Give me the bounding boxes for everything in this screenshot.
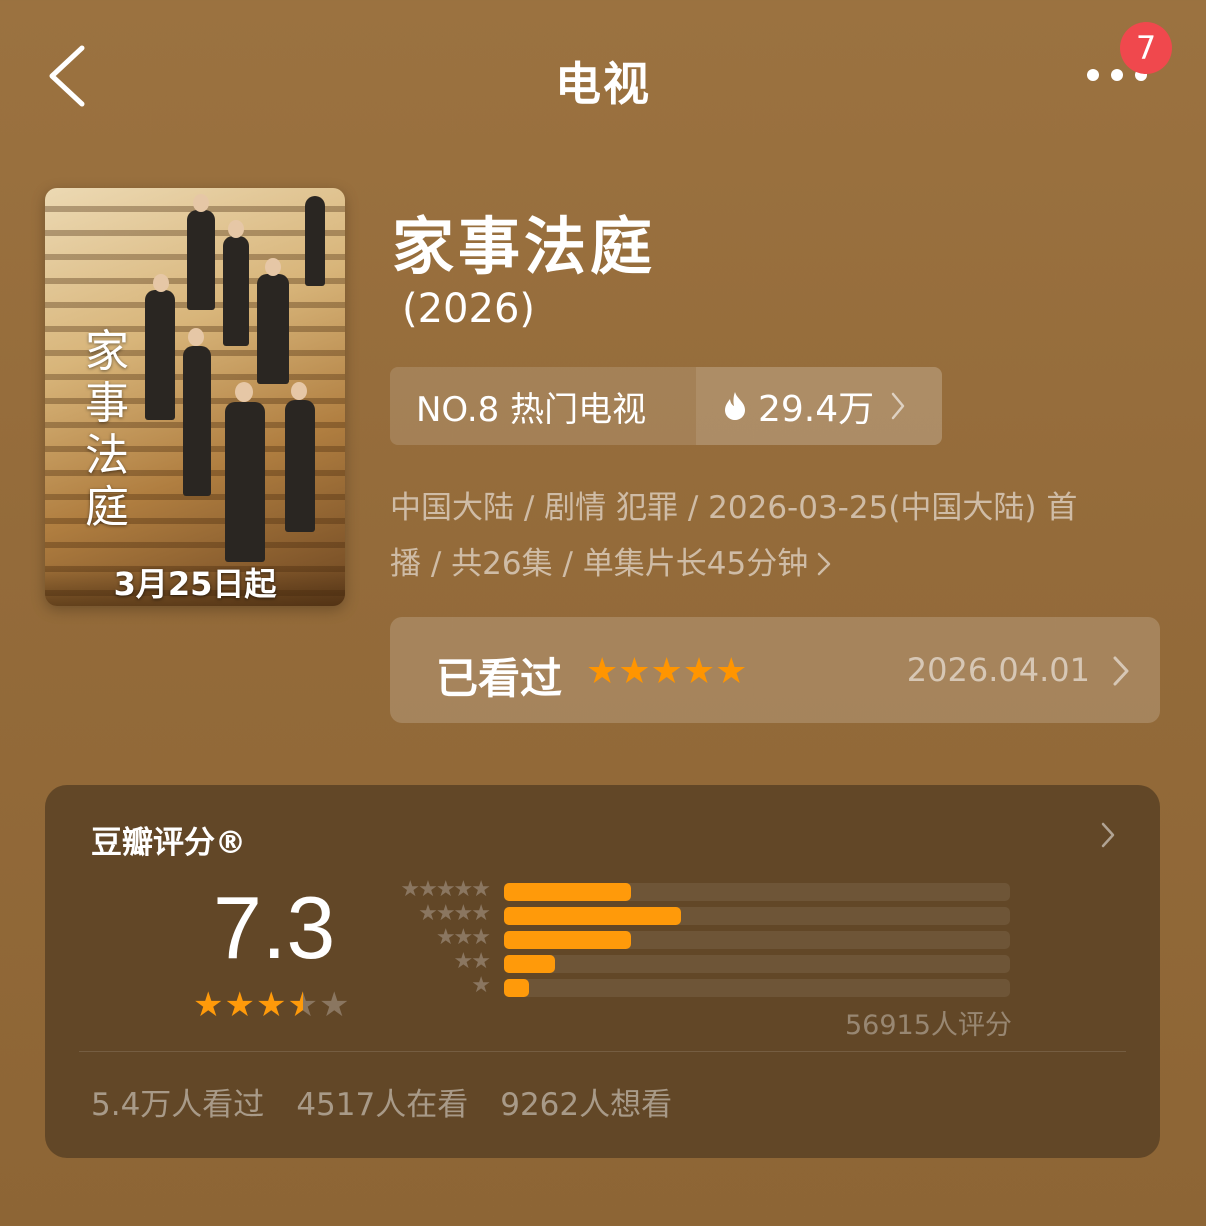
meta-line-2-wrap: 播 / 共26集 / 单集片长45分钟 (390, 536, 1130, 592)
chevron-right-icon[interactable] (1100, 821, 1116, 849)
star-half-icon: ★ (287, 985, 319, 1025)
distribution-bar-fill (504, 979, 530, 997)
distribution-bar-track (504, 907, 1010, 925)
heat-indicator[interactable]: 29.4万 (696, 367, 942, 445)
distribution-bar-fill (504, 883, 631, 901)
watched-status-bar[interactable]: 已看过 ★★★★★ 2026.04.01 (390, 617, 1160, 723)
audience-stats: 5.4万人看过 4517人在看 9262人想看 (91, 1079, 672, 1124)
distribution-bar-track (504, 955, 1010, 973)
rank-heat-box[interactable]: NO.8 热门电视 29.4万 (390, 367, 942, 445)
star-full-icon: ★ (224, 985, 256, 1025)
watched-count[interactable]: 5.4万人看过 (91, 1079, 264, 1124)
distribution-bar-fill (504, 907, 682, 925)
douban-rating-card[interactable]: 豆瓣评分® 7.3 ★★★★★ ★★★★★ ★★★★ ★★★ ★★ ★ 56915人评分… (45, 785, 1160, 1158)
distribution-bar-fill (504, 955, 555, 973)
heat-value: 29.4万 (758, 389, 875, 430)
distribution-row: ★★★ (381, 925, 1206, 951)
poster-image[interactable]: 家事法庭 3月25日起 (45, 188, 345, 606)
distribution-stars-label: ★★ (453, 949, 491, 974)
distribution-bar-track (504, 979, 1010, 997)
watched-date: 2026.04.01 (906, 651, 1090, 689)
rating-stars: ★★★★★ (193, 985, 350, 1025)
rating-score: 7.3 (213, 878, 336, 977)
want-count[interactable]: 9262人想看 (500, 1079, 672, 1124)
star-empty-icon: ★ (318, 985, 351, 1025)
chevron-right-icon (1113, 656, 1129, 686)
show-year: (2026) (402, 286, 536, 332)
rank-text: NO.8 热门电视 (416, 389, 647, 430)
watched-label: 已看过 (436, 654, 563, 703)
distribution-row: ★★★★★ (381, 877, 1206, 903)
distribution-row: ★★★★ (381, 901, 1206, 927)
show-title: 家事法庭 (392, 210, 657, 283)
distribution-row: ★ (381, 973, 1206, 999)
distribution-bar-fill (504, 931, 631, 949)
star-full-icon: ★ (193, 985, 225, 1025)
chevron-right-icon (891, 392, 905, 420)
nav-title: 电视 (555, 57, 651, 111)
meta-line-2: 播 / 共26集 / 单集片长45分钟 (390, 546, 809, 582)
notification-badge[interactable]: 7 (1120, 22, 1172, 74)
poster-date: 3月25日起 (45, 564, 345, 606)
divider (79, 1051, 1126, 1052)
rating-title: 豆瓣评分® (91, 825, 246, 861)
poster-title: 家事法庭 (85, 326, 129, 533)
rank-label[interactable]: NO.8 热门电视 (390, 367, 696, 445)
distribution-bar-track (504, 931, 1010, 949)
chevron-right-icon (817, 552, 831, 576)
distribution-stars-label: ★★★ (435, 925, 491, 950)
distribution-bar-track (504, 883, 1010, 901)
distribution-stars-label: ★ (471, 973, 491, 998)
watching-count[interactable]: 4517人在看 (296, 1079, 468, 1124)
flame-icon (725, 392, 745, 420)
meta-line-1: 中国大陆 / 剧情 犯罪 / 2026-03-25(中国大陆) 首 (390, 490, 1078, 526)
distribution-row: ★★ (381, 949, 1206, 975)
rating-count: 56915人评分 (845, 1010, 1012, 1041)
star-full-icon: ★ (255, 985, 288, 1025)
distribution-stars-label: ★★★★ (418, 901, 491, 926)
distribution-stars-label: ★★★★★ (400, 877, 491, 902)
show-meta[interactable]: 中国大陆 / 剧情 犯罪 / 2026-03-25(中国大陆) 首 播 / 共2… (390, 480, 1130, 592)
my-rating-stars: ★★★★★ (586, 651, 748, 692)
